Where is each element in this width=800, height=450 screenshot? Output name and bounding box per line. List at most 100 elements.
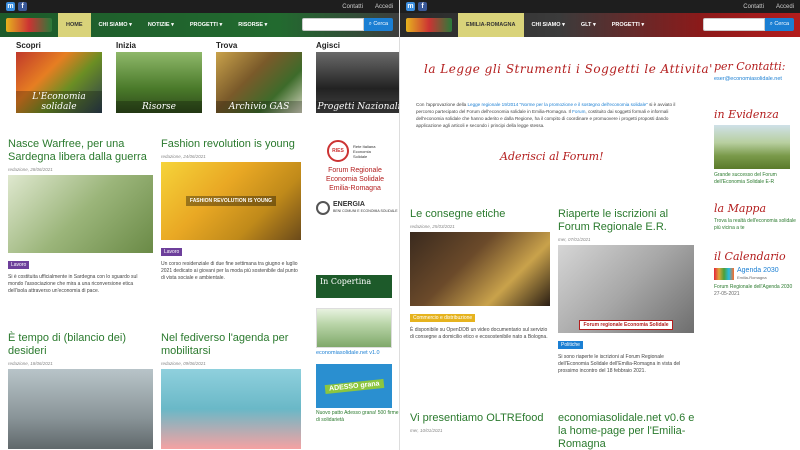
article-meta: redazione, 09/06/2021 — [161, 361, 206, 366]
article-image[interactable] — [161, 369, 301, 449]
article-image[interactable] — [410, 232, 550, 306]
article-title[interactable]: È tempo di (bilancio dei) desideri — [8, 332, 153, 358]
nav-notizie[interactable]: NOTIZIE ▾ — [140, 13, 182, 37]
facebook-icon[interactable]: f — [18, 2, 27, 11]
image-caption: FASHION REVOLUTION IS YOUNG — [185, 196, 277, 206]
article-image[interactable] — [8, 369, 153, 449]
site-logo[interactable] — [406, 18, 452, 32]
sidebar: per Contatti: eser@economiasolidale.net … — [714, 60, 798, 298]
category-tag[interactable]: Lavoro — [161, 248, 183, 256]
contatti-link[interactable]: Contatti — [743, 4, 764, 10]
nav-glt[interactable]: GLT ▾ — [573, 13, 604, 37]
left-browser-pane: m f Contatti Accedi HOME CHI SIAMO ▾ NOT… — [0, 0, 400, 450]
article-meta: redazione, 28/06/2021 — [8, 167, 53, 172]
article-image[interactable] — [8, 175, 153, 253]
quick-image[interactable]: Risorse — [116, 52, 202, 113]
evidence-heading: in Evidenza — [714, 108, 779, 121]
nav-emilia-romagna[interactable]: EMILIA-ROMAGNA — [458, 13, 524, 37]
nav-chi-siamo[interactable]: CHI SIAMO ▾ — [524, 13, 573, 37]
search-button[interactable]: ⌕ Cerca — [764, 18, 794, 31]
agenda-text[interactable]: Forum Regionale dell'Agenda 2030 — [714, 284, 798, 291]
version-caption[interactable]: economiasolidale.net v1.0 — [316, 350, 399, 356]
category-tag[interactable]: Lavoro — [8, 261, 30, 269]
accedi-link[interactable]: Accedi — [375, 4, 393, 10]
article-title[interactable]: economiasolidale.net v0.6 e la home-page… — [558, 412, 698, 450]
quick-head: Trova — [216, 41, 238, 50]
mastodon-icon[interactable]: m — [6, 2, 15, 11]
evidence-image[interactable] — [714, 125, 790, 169]
quick-trova[interactable]: Trova Archivio GAS — [216, 41, 302, 113]
accedi-link[interactable]: Accedi — [776, 4, 794, 10]
site-logo[interactable] — [6, 18, 52, 32]
search-form: ⌕ Cerca — [702, 18, 794, 31]
map-text[interactable]: Trova la realtà dell'economia solidale p… — [714, 218, 798, 232]
article-title[interactable]: Le consegne etiche — [410, 208, 550, 221]
facebook-icon[interactable]: f — [418, 2, 427, 11]
search-button[interactable]: ⌕ Cerca — [363, 18, 393, 31]
article-image[interactable]: Forum regionale Economia Solidale — [558, 245, 694, 333]
article-title[interactable]: Nasce Warfree, per una Sardegna libera d… — [8, 138, 153, 164]
adesso-label: ADESSO grana — [324, 378, 384, 394]
forum-title[interactable]: Forum Regionale Economia Solidale Emilia… — [316, 166, 394, 193]
version-thumbnail[interactable] — [316, 308, 392, 348]
category-tag[interactable]: Commercio e distribuzione — [410, 314, 476, 322]
right-browser-pane: m f Contatti Accedi EMILIA-ROMAGNA CHI S… — [400, 0, 800, 450]
adesso-text[interactable]: Nuovo patto Adesso grana! 500 firme di s… — [316, 410, 399, 424]
search-input[interactable] — [301, 18, 364, 31]
map-heading: la Mappa — [714, 202, 767, 215]
article-meta: redazione, 25/03/2021 — [410, 224, 455, 229]
intro-text: Con l'approvazione della — [416, 102, 468, 107]
sidebar-incopertina: In Copertina economiasolidale.net v1.0 A… — [316, 275, 399, 424]
article-card: Le consegne etiche redazione, 25/03/2021… — [410, 208, 550, 341]
nav-risorse[interactable]: RISORSE ▾ — [230, 13, 275, 37]
search-icon: ⌕ — [368, 21, 372, 27]
aderisci-forum-link[interactable]: Aderisci al Forum! — [500, 150, 604, 163]
agenda-icon — [714, 268, 734, 280]
nav-progetti[interactable]: PROGETTI ▾ — [182, 13, 230, 37]
article-title[interactable]: Fashion revolution is young — [161, 138, 301, 151]
main-nav: EMILIA-ROMAGNA CHI SIAMO ▾ GLT ▾ PROGETT… — [400, 13, 800, 37]
nav-chi-siamo[interactable]: CHI SIAMO ▾ — [91, 13, 140, 37]
agenda-logo[interactable]: Agenda 2030 Emilia-Romagna — [714, 267, 798, 281]
article-card: Riaperte le iscrizioni al Forum Regional… — [558, 208, 694, 375]
chevron-down-icon: ▾ — [562, 22, 565, 28]
article-excerpt: Un corso residenziale di due fine settim… — [161, 261, 298, 281]
quick-scopri[interactable]: Scopri L'Economia solidale — [16, 41, 102, 113]
category-tag[interactable]: Politiche — [558, 341, 583, 349]
energia-logo[interactable]: ENERGIA BENI COMUNI E ECONOMIA SOLIDALE — [316, 201, 398, 215]
agenda-title: Agenda 2030 — [737, 267, 779, 274]
article-meta: mer, 07/01/2021 — [558, 237, 591, 242]
ries-logo-icon: RIES — [327, 140, 349, 162]
intro-paragraph: Con l'approvazione della Legge regionale… — [416, 101, 694, 129]
law-link[interactable]: Legge regionale 19/2014 "Norme per la pr… — [467, 102, 647, 107]
article-title[interactable]: Vi presentiamo OLTREfood — [410, 412, 550, 425]
section-heading: la Legge gli Strumenti i Soggetti le Att… — [424, 62, 713, 76]
nav-home[interactable]: HOME — [58, 13, 91, 37]
quick-agisci[interactable]: Agisci Progetti Nazionali — [316, 41, 399, 113]
evidence-text[interactable]: Grande successo del Forum dell'Economia … — [714, 172, 798, 186]
article-title[interactable]: Riaperte le iscrizioni al Forum Regional… — [558, 208, 694, 234]
adesso-grana-banner[interactable]: ADESSO grana — [316, 364, 392, 408]
email-link[interactable]: eser@economiasolidale.net — [714, 76, 798, 82]
article-meta: mer, 10/01/2021 — [410, 428, 443, 433]
quick-caption: Archivio GAS — [216, 101, 302, 113]
chevron-down-icon: ▾ — [641, 22, 645, 28]
calendar-heading: il Calendario — [714, 250, 786, 263]
quick-inizia[interactable]: Inizia Risorse — [116, 41, 202, 113]
quick-image[interactable]: Archivio GAS — [216, 52, 302, 113]
forum-link[interactable]: Forum — [572, 109, 585, 114]
search-input[interactable] — [702, 18, 765, 31]
quick-head: Inizia — [116, 41, 137, 50]
contatti-link[interactable]: Contatti — [342, 4, 363, 10]
nav-progetti[interactable]: PROGETTI ▾ — [604, 13, 652, 37]
quick-image[interactable]: L'Economia solidale — [16, 52, 102, 113]
article-image[interactable]: FASHION REVOLUTION IS YOUNG — [161, 162, 301, 240]
top-strip: m f Contatti Accedi — [400, 0, 800, 13]
article-title[interactable]: Nel fediverso l'agenda per mobilitarsi — [161, 332, 301, 358]
incopertina-banner[interactable]: In Copertina — [316, 275, 392, 298]
article-card: economiasolidale.net v0.6 e la home-page… — [558, 412, 698, 450]
quick-image[interactable]: Progetti Nazionali — [316, 52, 399, 113]
article-excerpt: Si sono riaperte le iscrizioni al Forum … — [558, 354, 681, 374]
mastodon-icon[interactable]: m — [406, 2, 415, 11]
ries-block[interactable]: RIES Rete Italiana Economia Solidale For… — [316, 140, 394, 193]
